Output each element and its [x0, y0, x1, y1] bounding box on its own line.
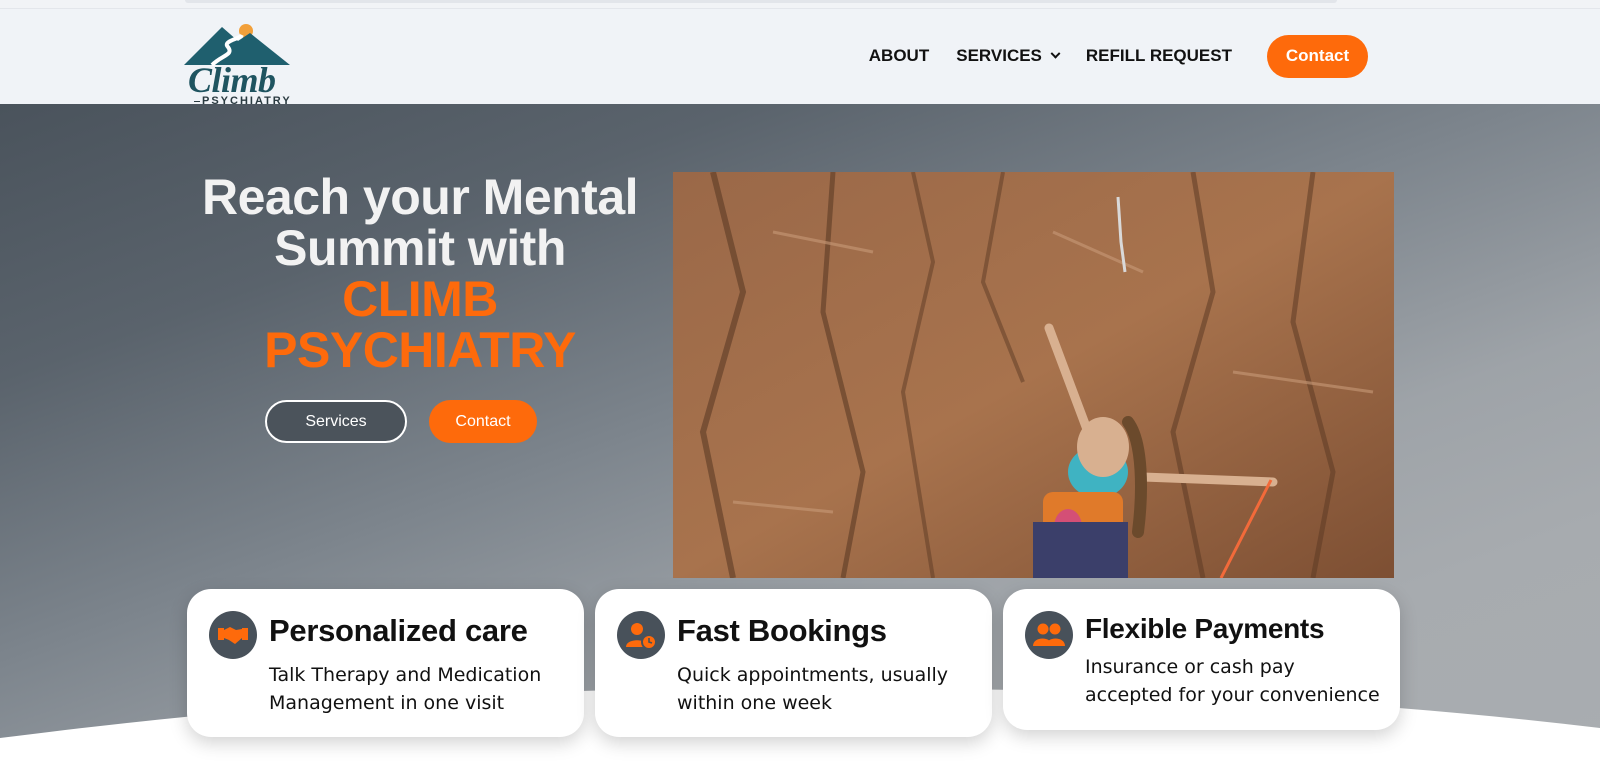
user-clock-icon [617, 611, 665, 659]
feature-text: Quick appointments, usually within one w… [677, 664, 949, 714]
feature-text: Talk Therapy and Medication Management i… [269, 664, 542, 714]
services-button[interactable]: Services [265, 400, 407, 443]
feature-card-fast-bookings: Fast Bookings Quick appointments, usuall… [595, 589, 992, 737]
top-strip-bar [185, 0, 1337, 3]
chevron-down-icon [1050, 48, 1061, 59]
users-icon [1025, 611, 1073, 659]
nav-refill-request[interactable]: REFILL REQUEST [1086, 46, 1232, 66]
headline-accent-2: PSYCHIATRY [264, 322, 576, 378]
hero-headline: Reach your Mental Summit with CLIMB PSYC… [180, 172, 660, 376]
feature-text: Insurance or cash pay accepted for your … [1085, 656, 1380, 706]
main-nav: ABOUT SERVICES REFILL REQUEST Contact [842, 34, 1368, 78]
nav-services-label: SERVICES [956, 46, 1042, 65]
feature-title: Flexible Payments [1085, 613, 1325, 644]
site-header: Climb PSYCHIATRY ABOUT SERVICES REFILL R… [0, 8, 1600, 107]
nav-refill-label: REFILL REQUEST [1085, 46, 1232, 65]
logo[interactable]: Climb PSYCHIATRY [182, 15, 294, 111]
feature-card-personalized-care: Personalized care Talk Therapy and Medic… [187, 589, 584, 737]
browser-top-strip [0, 0, 1600, 8]
hero-climber-photo [673, 172, 1394, 578]
headline-line-2: Summit with [274, 220, 566, 276]
headline-accent-1: CLIMB [342, 271, 498, 327]
headline-line-1: Reach your Mental [201, 169, 639, 225]
feature-card-flexible-payments: Flexible Payments Insurance or cash pay … [1003, 589, 1400, 730]
feature-title: Personalized care [269, 613, 528, 648]
contact-button[interactable]: Contact [429, 400, 537, 443]
nav-about[interactable]: ABOUT [869, 46, 929, 66]
feature-title: Fast Bookings [677, 613, 887, 648]
hero-buttons: Services Contact [265, 400, 537, 443]
handshake-icon [209, 611, 257, 659]
rock-climber-image [673, 172, 1394, 578]
nav-contact-button[interactable]: Contact [1267, 34, 1368, 78]
nav-services[interactable]: SERVICES [956, 46, 1061, 66]
nav-about-label: ABOUT [868, 46, 930, 65]
